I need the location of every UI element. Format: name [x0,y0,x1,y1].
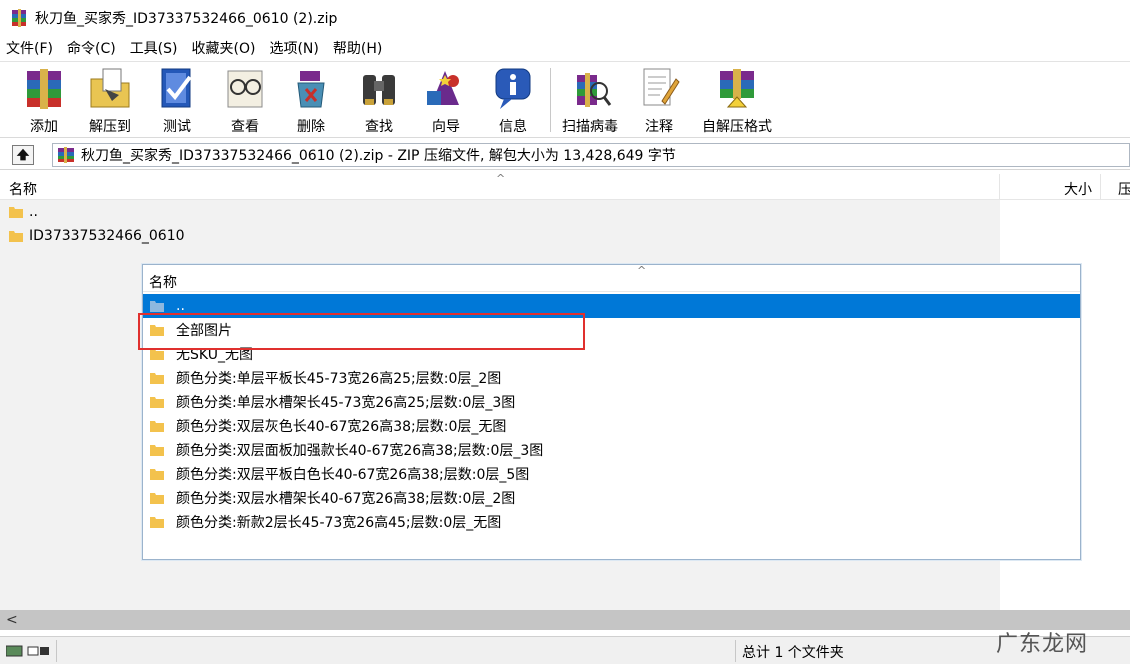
overlay-list-item[interactable]: 颜色分类:双层水槽架长40-67宽26高38;层数:0层_2图 [143,486,1080,510]
list-item[interactable]: .. [0,200,1000,224]
overlay-item-label: 全部图片 [176,323,232,339]
winrar-app-icon [12,9,26,27]
delete-icon [297,71,325,108]
address-field[interactable]: 秋刀鱼_买家秀_ID37337532466_0610 (2).zip - ZIP… [52,143,1130,167]
view-button[interactable]: 查看 [214,65,276,137]
folder-icon [150,325,164,336]
overlay-item-label: 无SKU_无图 [176,347,253,363]
column-size[interactable]: 大小 [1064,179,1092,199]
overlay-item-label: .. [176,298,185,314]
sfx-button[interactable]: 自解压格式 [700,65,774,137]
folder-icon [150,517,164,528]
folder-icon [9,207,23,218]
find-button[interactable]: 查找 [348,65,410,137]
column-packed[interactable]: 压 [1118,179,1130,199]
overlay-column-header: 名称 ^ [143,264,1080,292]
overlay-column-name[interactable]: 名称 [149,272,177,292]
menu-file[interactable]: 文件(F) [6,38,53,58]
address-bar: 秋刀鱼_买家秀_ID37337532466_0610 (2).zip - ZIP… [0,140,1130,170]
folder-icon [150,397,164,408]
overlay-list-item[interactable]: 颜色分类:双层面板加强款长40-67宽26高38;层数:0层_3图 [143,438,1080,462]
overlay-item-label: 颜色分类:双层灰色长40-67宽26高38;层数:0层_无图 [176,419,507,435]
folder-icon [150,445,164,456]
up-one-level-button[interactable] [12,145,34,165]
menu-options[interactable]: 选项(N) [269,38,318,58]
status-separator [735,640,736,662]
scan-virus-button[interactable]: 扫描病毒 [559,65,621,137]
watermark-text: 广东龙网 [996,632,1089,657]
wizard-button[interactable]: 向导 [415,65,477,137]
menu-tools[interactable]: 工具(S) [130,38,178,58]
folder-icon [150,421,164,432]
column-divider[interactable] [1100,174,1101,200]
folder-icon [9,231,23,242]
folder-icon [150,469,164,480]
folder-icon [150,349,164,360]
title-bar: 秋刀鱼_买家秀_ID37337532466_0610 (2).zip [0,0,1130,36]
overlay-list-item[interactable]: 无SKU_无图 [143,342,1080,366]
overlay-item-label: 颜色分类:双层面板加强款长40-67宽26高38;层数:0层_3图 [176,443,544,459]
menu-help[interactable]: 帮助(H) [333,38,382,58]
folder-icon [150,373,164,384]
scroll-left-icon[interactable]: < [6,612,18,628]
status-total: 总计 1 个文件夹 [742,645,844,661]
overlay-list-item[interactable]: .. [143,294,1080,318]
overlay-list-item[interactable]: 颜色分类:单层水槽架长45-73宽26高25;层数:0层_3图 [143,390,1080,414]
add-archive-icon [27,69,61,109]
column-divider[interactable] [999,174,1000,200]
overlay-item-label: 颜色分类:双层水槽架长40-67宽26高38;层数:0层_2图 [176,491,516,507]
menu-commands[interactable]: 命令(C) [67,38,116,58]
overlay-item-label: 颜色分类:单层水槽架长45-73宽26高25;层数:0层_3图 [176,395,516,411]
delete-button[interactable]: 删除 [280,65,342,137]
menu-favorites[interactable]: 收藏夹(O) [192,38,256,58]
view-glasses-icon [227,70,263,108]
zip-file-icon [58,147,74,163]
add-button[interactable]: 添加 [13,65,75,137]
sort-ascending-icon: ^ [637,264,647,277]
folder-icon [150,493,164,504]
drive-status-icon [6,645,49,657]
folder-icon [150,301,164,312]
overlay-list-item[interactable]: 颜色分类:新款2层长45-73宽26高45;层数:0层_无图 [143,510,1080,534]
test-button[interactable]: 测试 [146,65,208,137]
extract-to-button[interactable]: 解压到 [79,65,141,137]
comment-icon [643,68,680,106]
info-icon [495,68,531,109]
test-icon [161,68,192,108]
horizontal-scrollbar[interactable]: < [0,610,1130,630]
sfx-archive-icon [720,69,754,108]
overlay-list-item[interactable]: 颜色分类:单层平板长45-73宽26高25;层数:0层_2图 [143,366,1080,390]
overlay-list-item[interactable]: 颜色分类:双层平板白色长40-67宽26高38;层数:0层_5图 [143,462,1080,486]
archive-path: 秋刀鱼_买家秀_ID37337532466_0610 (2).zip - ZIP… [81,148,676,164]
overlay-list-item[interactable]: 颜色分类:双层灰色长40-67宽26高38;层数:0层_无图 [143,414,1080,438]
list-item[interactable]: ID37337532466_0610 [0,224,1000,248]
comment-button[interactable]: 注释 [628,65,690,137]
column-header: 名称 ^ 大小 压 [0,172,1130,200]
sort-ascending-icon: ^ [496,172,506,185]
status-bar: 总计 1 个文件夹 [0,636,1130,664]
wizard-icon [427,71,459,105]
overlay-item-label: 颜色分类:双层平板白色长40-67宽26高38;层数:0层_5图 [176,467,530,483]
status-separator [56,640,57,662]
overlay-item-label: 颜色分类:单层平板长45-73宽26高25;层数:0层_2图 [176,371,502,387]
overlay-file-list[interactable]: 名称 ^ .. 全部图片无SKU_无图颜色分类:单层平板长45-73宽26高25;… [142,264,1081,560]
info-button[interactable]: 信息 [482,65,544,137]
up-arrow-icon [16,148,30,161]
overlay-item-label: 颜色分类:新款2层长45-73宽26高45;层数:0层_无图 [176,515,502,531]
scan-virus-icon [577,73,612,107]
menu-bar: 文件(F) 命令(C) 工具(S) 收藏夹(O) 选项(N) 帮助(H) [0,36,1130,60]
toolbar-separator [550,68,551,132]
extract-folder-icon [90,68,130,108]
overlay-list-item[interactable]: 全部图片 [143,318,1080,342]
column-name[interactable]: 名称 [9,179,37,199]
window-title: 秋刀鱼_买家秀_ID37337532466_0610 (2).zip [35,11,338,27]
binoculars-icon [363,75,395,105]
toolbar: 添加 解压到 测试 查看 删除 查找 向导 信息 扫描病毒 注释 自解压格式 [0,61,1130,138]
